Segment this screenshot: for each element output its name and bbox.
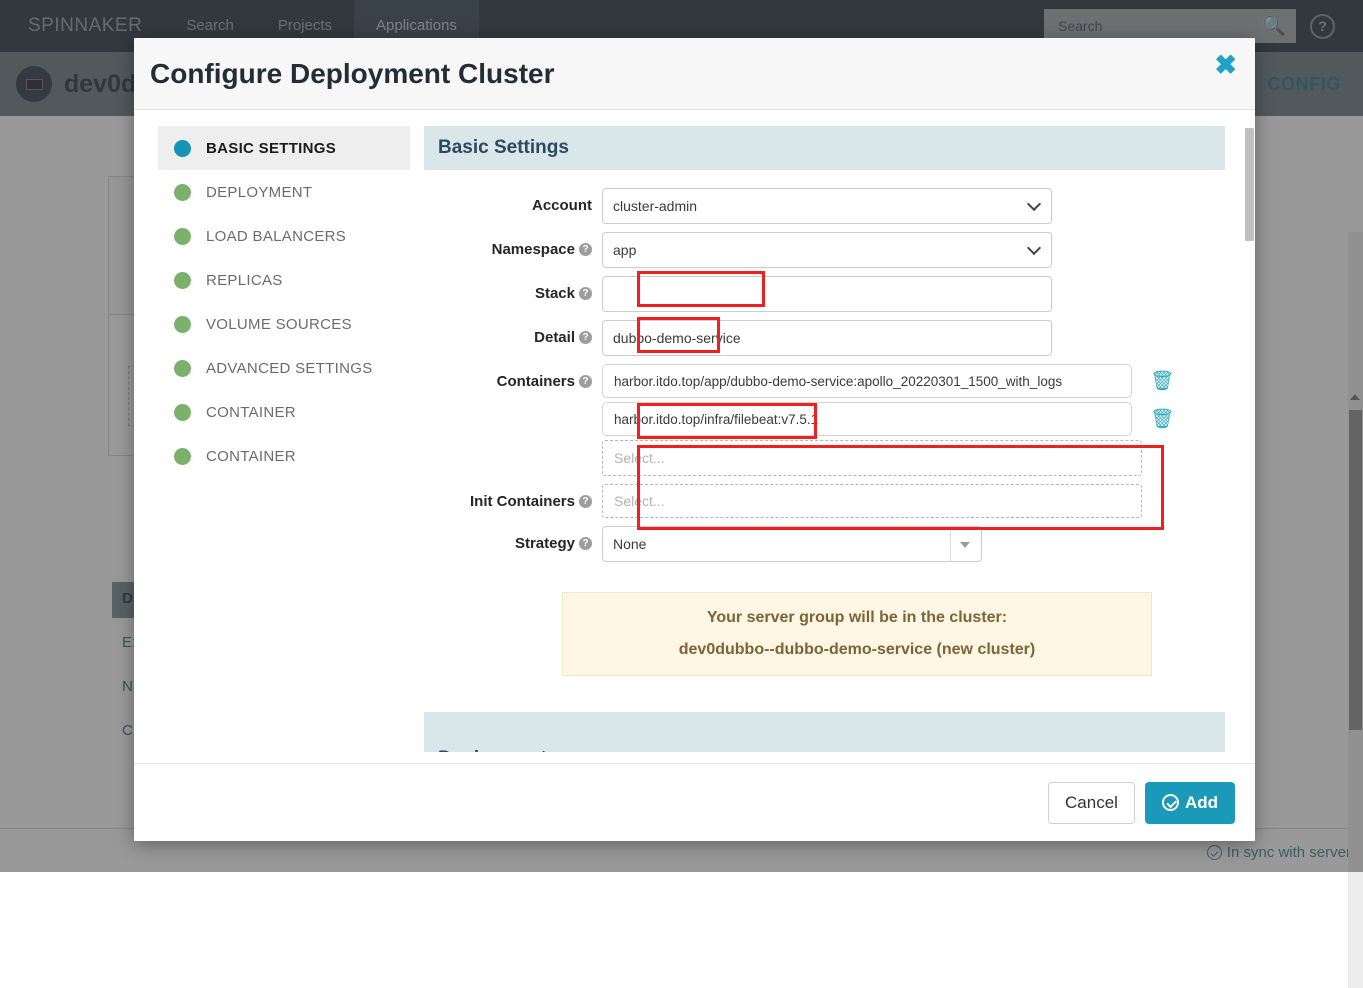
- status-dot-icon: [174, 403, 191, 421]
- container-value-1: harbor.itdo.top/app/dubbo-demo-service:a…: [614, 373, 1063, 389]
- namespace-control: app: [602, 232, 1225, 268]
- chevron-down-icon: [1026, 196, 1042, 212]
- strategy-label: Strategy ?: [424, 526, 602, 552]
- modal-scrollbar-thumb[interactable]: [1245, 128, 1254, 241]
- help-icon[interactable]: ?: [579, 537, 592, 550]
- sidebar-item-label: CONTAINER: [206, 447, 296, 465]
- help-icon[interactable]: ?: [579, 375, 592, 388]
- form-row-init-containers: Init Containers ? Select...: [424, 484, 1225, 518]
- basic-settings-form: Account cluster-admin Namespace ? app St…: [424, 170, 1225, 562]
- modal-content-pane: Basic Settings Account cluster-admin Nam…: [424, 126, 1255, 763]
- section-header-deployment: Deployment: [424, 712, 1225, 752]
- init-containers-label: Init Containers ?: [424, 484, 602, 510]
- modal-body: BASIC SETTINGS DEPLOYMENT LOAD BALANCERS…: [134, 110, 1255, 763]
- trash-icon[interactable]: 🗑: [1150, 372, 1174, 391]
- form-row-namespace: Namespace ? app: [424, 232, 1225, 268]
- strategy-select[interactable]: None: [602, 526, 982, 562]
- form-row-containers: Containers ? harbor.itdo.top/app/dubbo-d…: [424, 364, 1225, 476]
- sidebar-item-label: BASIC SETTINGS: [206, 139, 337, 157]
- container-value-2: harbor.itdo.top/infra/filebeat:v7.5.1: [614, 411, 819, 427]
- status-dot-icon: [174, 447, 191, 465]
- namespace-select[interactable]: app: [602, 232, 1052, 268]
- detail-value: dubbo-demo-service: [613, 330, 741, 346]
- sidebar-item-label: DEPLOYMENT: [206, 183, 313, 201]
- sidebar-item-label: ADVANCED SETTINGS: [206, 359, 373, 377]
- container-row-2: harbor.itdo.top/infra/filebeat:v7.5.1 🗑: [602, 402, 1225, 436]
- account-value: cluster-admin: [613, 198, 698, 214]
- trash-icon[interactable]: 🗑: [1150, 410, 1174, 429]
- status-dot-icon: [174, 359, 191, 377]
- sidebar-item-container-2[interactable]: CONTAINER: [158, 434, 410, 478]
- caret-down-icon: [960, 542, 970, 548]
- stack-control: [602, 276, 1225, 312]
- init-containers-control: Select...: [602, 484, 1225, 518]
- notice-line-1: Your server group will be in the cluster…: [706, 609, 1008, 626]
- containers-label: Containers ?: [424, 364, 602, 390]
- container-input-2[interactable]: harbor.itdo.top/infra/filebeat:v7.5.1: [602, 402, 1132, 436]
- account-label: Account: [532, 197, 592, 214]
- sidebar-item-volume-sources[interactable]: VOLUME SOURCES: [158, 302, 410, 346]
- containers-control: harbor.itdo.top/app/dubbo-demo-service:a…: [602, 364, 1225, 476]
- form-row-detail: Detail ? dubbo-demo-service: [424, 320, 1225, 356]
- help-icon[interactable]: ?: [579, 287, 592, 300]
- modal-scrollbar-track[interactable]: [1244, 126, 1255, 763]
- modal-sidebar: BASIC SETTINGS DEPLOYMENT LOAD BALANCERS…: [134, 126, 424, 763]
- strategy-divider: [950, 527, 951, 561]
- sidebar-item-label: CONTAINER: [206, 403, 296, 421]
- containers-add-placeholder: Select...: [614, 450, 665, 466]
- help-icon[interactable]: ?: [579, 495, 592, 508]
- modal-header: Configure Deployment Cluster ✖: [134, 38, 1255, 110]
- modal-title: Configure Deployment Cluster: [150, 57, 555, 89]
- sidebar-item-advanced-settings[interactable]: ADVANCED SETTINGS: [158, 346, 410, 390]
- close-icon[interactable]: ✖: [1214, 52, 1237, 79]
- modal-footer: Cancel Add: [134, 763, 1255, 841]
- container-input-1[interactable]: harbor.itdo.top/app/dubbo-demo-service:a…: [602, 364, 1132, 398]
- init-containers-placeholder: Select...: [614, 493, 665, 509]
- sidebar-item-replicas[interactable]: REPLICAS: [158, 258, 410, 302]
- detail-label: Detail ?: [424, 320, 602, 346]
- status-dot-icon: [174, 315, 191, 333]
- containers-add-select[interactable]: Select...: [602, 440, 1142, 476]
- sidebar-item-basic-settings[interactable]: BASIC SETTINGS: [158, 126, 410, 170]
- stack-label: Stack ?: [424, 276, 602, 302]
- strategy-value: None: [613, 536, 647, 552]
- help-icon[interactable]: ?: [579, 243, 592, 256]
- add-button[interactable]: Add: [1144, 781, 1235, 824]
- form-row-strategy: Strategy ? None: [424, 526, 1225, 562]
- chevron-down-icon: [1026, 240, 1042, 256]
- container-row-1: harbor.itdo.top/app/dubbo-demo-service:a…: [602, 364, 1225, 398]
- status-dot-icon: [174, 227, 191, 245]
- status-dot-icon: [174, 271, 191, 289]
- detail-control: dubbo-demo-service: [602, 320, 1225, 356]
- sidebar-item-label: LOAD BALANCERS: [206, 227, 347, 245]
- add-button-label: Add: [1184, 792, 1218, 812]
- init-containers-select[interactable]: Select...: [602, 484, 1142, 518]
- cluster-name-notice: Your server group will be in the cluster…: [562, 592, 1152, 676]
- cancel-button[interactable]: Cancel: [1048, 781, 1135, 824]
- form-row-stack: Stack ?: [424, 276, 1225, 312]
- section-header-deployment-label: Deployment: [438, 748, 547, 752]
- namespace-label: Namespace ?: [424, 232, 602, 258]
- sidebar-item-label: REPLICAS: [206, 271, 283, 289]
- sidebar-item-deployment[interactable]: DEPLOYMENT: [158, 170, 410, 214]
- strategy-control: None: [602, 526, 1225, 562]
- account-control: cluster-admin: [602, 188, 1225, 224]
- status-dot-icon: [174, 183, 191, 201]
- configure-deployment-cluster-modal: Configure Deployment Cluster ✖ BASIC SET…: [134, 38, 1255, 841]
- help-icon[interactable]: ?: [579, 331, 592, 344]
- sidebar-item-load-balancers[interactable]: LOAD BALANCERS: [158, 214, 410, 258]
- sidebar-item-label: VOLUME SOURCES: [206, 315, 352, 333]
- form-row-account: Account cluster-admin: [424, 188, 1225, 224]
- notice-line-2: dev0dubbo--dubbo-demo-service (new clust…: [678, 641, 1036, 658]
- status-dot-icon: [174, 139, 191, 157]
- account-select[interactable]: cluster-admin: [602, 188, 1052, 224]
- stack-input[interactable]: [602, 276, 1052, 312]
- section-header-basic-settings: Basic Settings: [424, 126, 1225, 170]
- detail-input[interactable]: dubbo-demo-service: [602, 320, 1052, 356]
- namespace-value: app: [613, 242, 637, 258]
- sidebar-item-container-1[interactable]: CONTAINER: [158, 390, 410, 434]
- check-circle-icon: [1161, 794, 1179, 811]
